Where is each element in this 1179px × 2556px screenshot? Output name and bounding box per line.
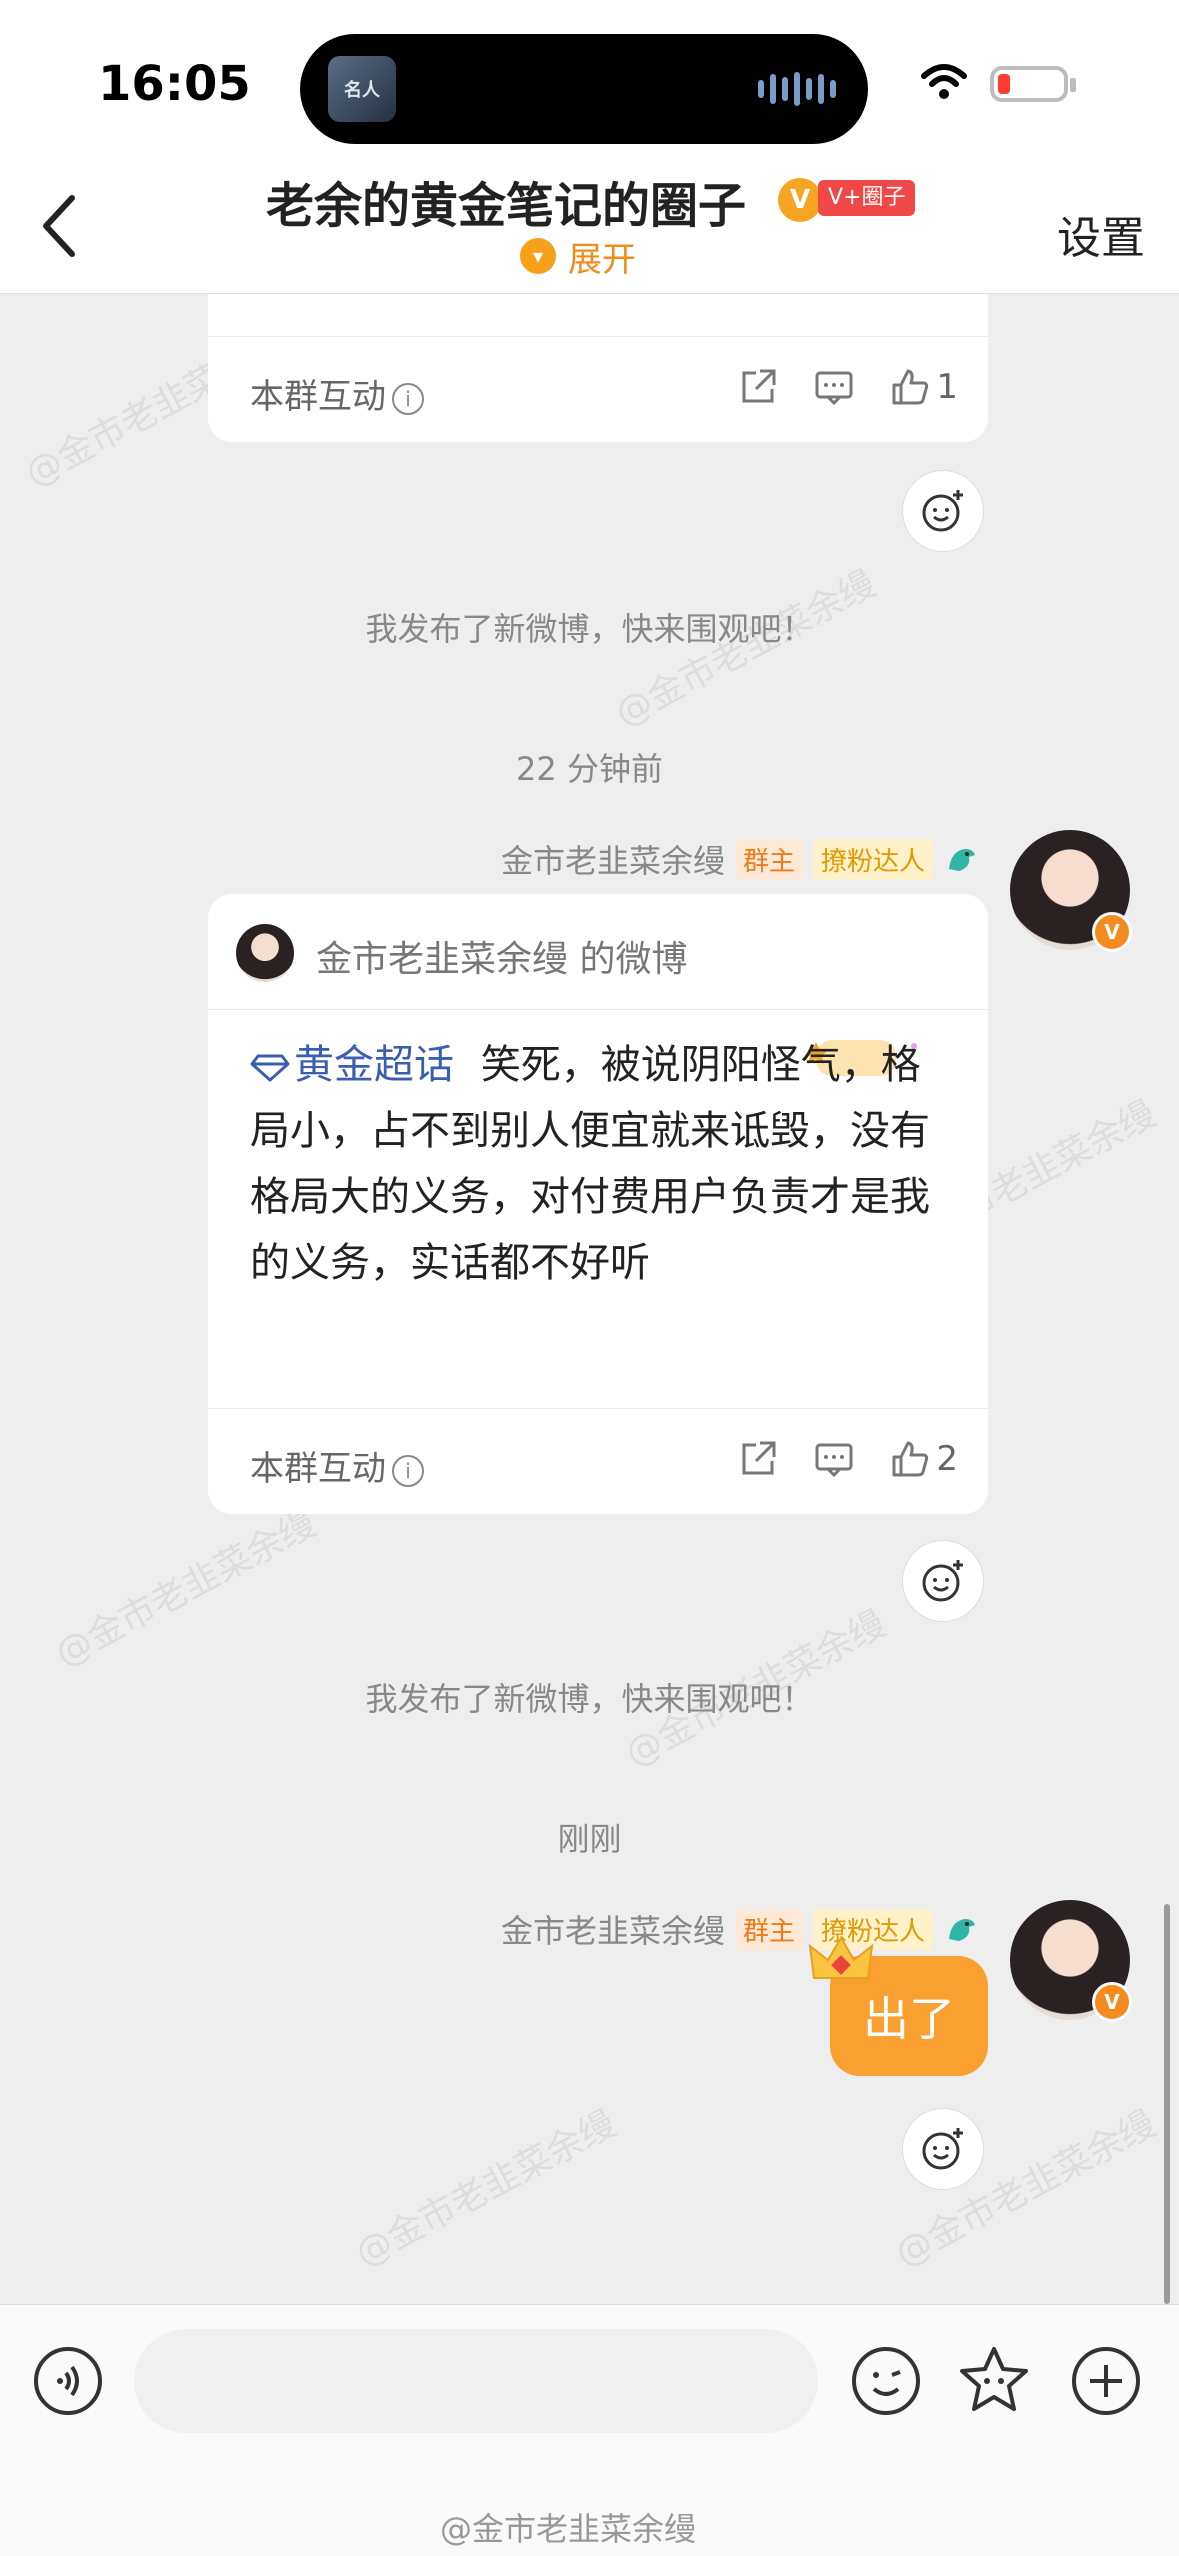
expand-button[interactable]: ▾ 展开 bbox=[520, 234, 636, 280]
sender-info: 金市老韭菜余缦 群主 撩粉达人 bbox=[501, 836, 979, 882]
comment-icon[interactable] bbox=[814, 1439, 854, 1479]
topic-link[interactable]: 黄金超话 bbox=[250, 1042, 454, 1088]
voice-icon[interactable] bbox=[32, 2345, 104, 2417]
media-thumbnail: 名人 bbox=[328, 56, 396, 122]
verified-badge-icon: V bbox=[1092, 912, 1132, 952]
weibo-share-card[interactable]: 本群互动 i 1 bbox=[208, 294, 988, 442]
sender-name[interactable]: 金市老韭菜余缦 bbox=[501, 1906, 725, 1952]
fan-tag: 撩粉达人 bbox=[812, 838, 933, 880]
sender-name[interactable]: 金市老韭菜余缦 bbox=[501, 836, 725, 882]
card-header: 金市老韭菜余缦 的微博 bbox=[208, 894, 988, 1010]
status-bar: 16:05 名人 bbox=[0, 0, 1179, 160]
settings-button[interactable]: 设置 bbox=[1057, 202, 1145, 266]
verified-v-icon: V bbox=[778, 178, 822, 222]
smiley-plus-icon bbox=[922, 1560, 963, 1602]
like-button[interactable]: 2 bbox=[890, 1439, 958, 1479]
emoji-icon[interactable] bbox=[850, 2345, 922, 2417]
post-body: 黄金超话 笑死，被说阴阳怪气，格局小，占不到别人便宜就来诋毁，没有格局大的义务，… bbox=[250, 1032, 950, 1296]
status-time: 16:05 bbox=[98, 56, 251, 112]
group-interaction-label[interactable]: 本群互动 i bbox=[250, 1441, 424, 1490]
author-avatar bbox=[236, 924, 294, 982]
weibo-share-card[interactable]: 金市老韭菜余缦 的微博 黄金超话 笑死，被说阴阳怪气，格局小，占不到别人便宜就来… bbox=[208, 894, 988, 1514]
smiley-plus-icon bbox=[922, 2128, 963, 2170]
sender-info: 金市老韭菜余缦 群主 撩粉达人 bbox=[501, 1906, 979, 1952]
sticker-icon[interactable] bbox=[958, 2345, 1030, 2417]
card-footer: 本群互动 i 1 bbox=[208, 336, 988, 442]
wifi-icon bbox=[921, 64, 967, 99]
chevron-down-icon: ▾ bbox=[520, 238, 556, 274]
vplus-circle-badge[interactable]: V+圈子 bbox=[818, 180, 916, 216]
add-reaction-button[interactable] bbox=[902, 2108, 984, 2190]
share-icon[interactable] bbox=[738, 367, 778, 407]
expand-label: 展开 bbox=[568, 239, 636, 280]
group-owner-tag: 群主 bbox=[734, 838, 803, 880]
avatar[interactable]: V bbox=[1010, 1900, 1132, 2022]
message-input[interactable] bbox=[134, 2329, 818, 2433]
crown-icon bbox=[808, 1936, 874, 1979]
system-message: 我发布了新微博，快来围观吧！ bbox=[365, 1680, 814, 1718]
system-message: 我发布了新微博，快来围观吧！ bbox=[365, 610, 814, 648]
diamond-icon bbox=[250, 1054, 290, 1082]
like-count: 2 bbox=[936, 1439, 958, 1479]
like-count: 1 bbox=[936, 367, 958, 407]
group-owner-tag: 群主 bbox=[734, 1908, 803, 1950]
audio-wave-icon bbox=[758, 72, 836, 106]
dynamic-island[interactable]: 名人 bbox=[300, 34, 868, 144]
thumbs-up-icon bbox=[892, 369, 929, 405]
add-reaction-button[interactable] bbox=[902, 1540, 984, 1622]
back-arrow-icon[interactable] bbox=[30, 188, 90, 264]
watermark: @金市老韭菜余缦 bbox=[348, 2103, 623, 2275]
thumbs-up-icon bbox=[892, 1441, 929, 1477]
add-icon[interactable] bbox=[1070, 2345, 1142, 2417]
battery-icon bbox=[990, 66, 1076, 102]
card-actions: 2 bbox=[738, 1439, 958, 1479]
smiley-plus-icon bbox=[922, 490, 963, 532]
card-header-text: 金市老韭菜余缦 的微博 bbox=[316, 939, 688, 980]
card-footer: 本群互动 i 2 bbox=[208, 1408, 988, 1514]
info-icon[interactable]: i bbox=[392, 382, 424, 415]
bird-icon bbox=[949, 1919, 975, 1941]
watermark: @金市老韭菜余缦 bbox=[48, 1503, 323, 1675]
footer-watermark: @金市老韭菜余缦 bbox=[440, 2510, 697, 2548]
scrollbar[interactable] bbox=[1164, 1904, 1170, 2304]
page-title: 老余的黄金笔记的圈子 bbox=[266, 178, 747, 234]
card-actions: 1 bbox=[738, 367, 958, 407]
share-icon[interactable] bbox=[738, 1439, 778, 1479]
comment-icon[interactable] bbox=[814, 367, 854, 407]
timestamp: 刚刚 bbox=[557, 1820, 622, 1858]
add-reaction-button[interactable] bbox=[902, 470, 984, 552]
group-interaction-label[interactable]: 本群互动 i bbox=[250, 369, 424, 418]
verified-badge-icon: V bbox=[1092, 1982, 1132, 2022]
bird-icon bbox=[949, 849, 975, 871]
chat-header: 老余的黄金笔记的圈子 V V+圈子 ▾ 展开 设置 bbox=[0, 160, 1179, 294]
timestamp: 22 分钟前 bbox=[516, 750, 663, 788]
info-icon[interactable]: i bbox=[392, 1454, 424, 1487]
like-button[interactable]: 1 bbox=[890, 367, 958, 407]
avatar[interactable]: V bbox=[1010, 830, 1132, 952]
